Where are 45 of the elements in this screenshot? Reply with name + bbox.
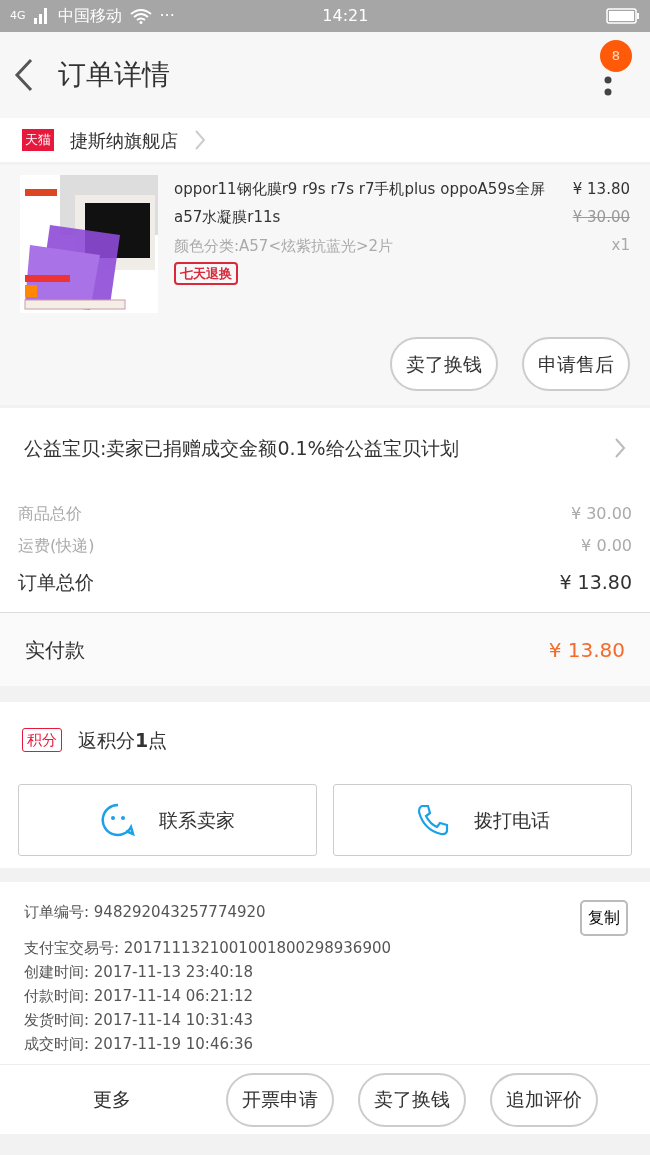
total-value: ¥ 13.80 — [559, 569, 632, 595]
variant-text: 颜色分类:A57<炫紫抗蓝光>2片 — [174, 236, 395, 257]
phone-icon — [415, 803, 450, 837]
action-button[interactable]: 申请售后 — [522, 337, 630, 391]
tmall-tag: 天猫 — [22, 129, 54, 151]
order-info-line: 创建时间: 2017-11-13 23:40:18 — [24, 962, 254, 983]
total-label: 商品总价 — [18, 503, 82, 525]
paid-amount: ¥ 13.80 — [548, 636, 625, 664]
price: ¥ 13.80 — [572, 179, 630, 200]
contact-button[interactable]: 联系卖家 — [18, 784, 317, 856]
original-price: ¥ 30.00 — [572, 207, 630, 228]
notification-badge: 8 — [600, 40, 632, 72]
network-label: 4G — [10, 7, 26, 24]
more-link[interactable]: 更多 — [22, 1085, 202, 1114]
shop-name[interactable]: 捷斯纳旗舰店 — [70, 126, 178, 154]
order-info-line: 付款时间: 2017-11-14 06:21:12 — [24, 986, 254, 1007]
wifi-icon — [129, 8, 152, 24]
paid-label: 实付款 — [25, 636, 85, 664]
back-icon[interactable] — [14, 58, 34, 92]
battery-icon — [606, 8, 640, 24]
total-value: ¥ 0.00 — [581, 535, 632, 557]
product-title[interactable]: oppor11钢化膜r9 r9s r7s r7手机plus oppoA59s全屏a57水凝膜r11s — [174, 175, 554, 231]
total-label: 订单总价 — [18, 569, 94, 595]
order-info-line: 支付宝交易号: 2017111321001001800298936900 — [24, 938, 392, 959]
contact-button[interactable]: 拨打电话 — [333, 784, 632, 856]
action-button[interactable]: 卖了换钱 — [358, 1072, 466, 1127]
signal-icon — [33, 8, 50, 24]
quantity: x1 — [610, 235, 630, 256]
action-button[interactable]: 开票申请 — [226, 1072, 334, 1127]
clock: 14:21 — [321, 5, 370, 27]
copy-button[interactable]: 复制 — [580, 900, 628, 936]
order-info-line: 成交时间: 2017-11-19 10:46:36 — [24, 1034, 254, 1055]
return-tag: 七天退换 — [174, 261, 238, 285]
order-info-line: 订单编号: 948292043257774920 — [24, 902, 266, 923]
carrier-name: 中国移动 — [57, 5, 122, 27]
points-tag: 积分 — [22, 727, 62, 753]
total-value: ¥ 30.00 — [570, 503, 632, 525]
action-button[interactable]: 卖了换钱 — [390, 337, 498, 391]
points-text: 返积分1点 — [78, 727, 168, 753]
more-indicator: ··· — [159, 5, 175, 27]
total-label: 运费(快递) — [18, 535, 95, 557]
page-title: 订单详情 — [58, 57, 170, 93]
chat-icon — [100, 803, 135, 837]
order-info-line: 发货时间: 2017-11-14 10:31:43 — [24, 1010, 254, 1031]
action-button[interactable]: 追加评价 — [490, 1072, 598, 1127]
